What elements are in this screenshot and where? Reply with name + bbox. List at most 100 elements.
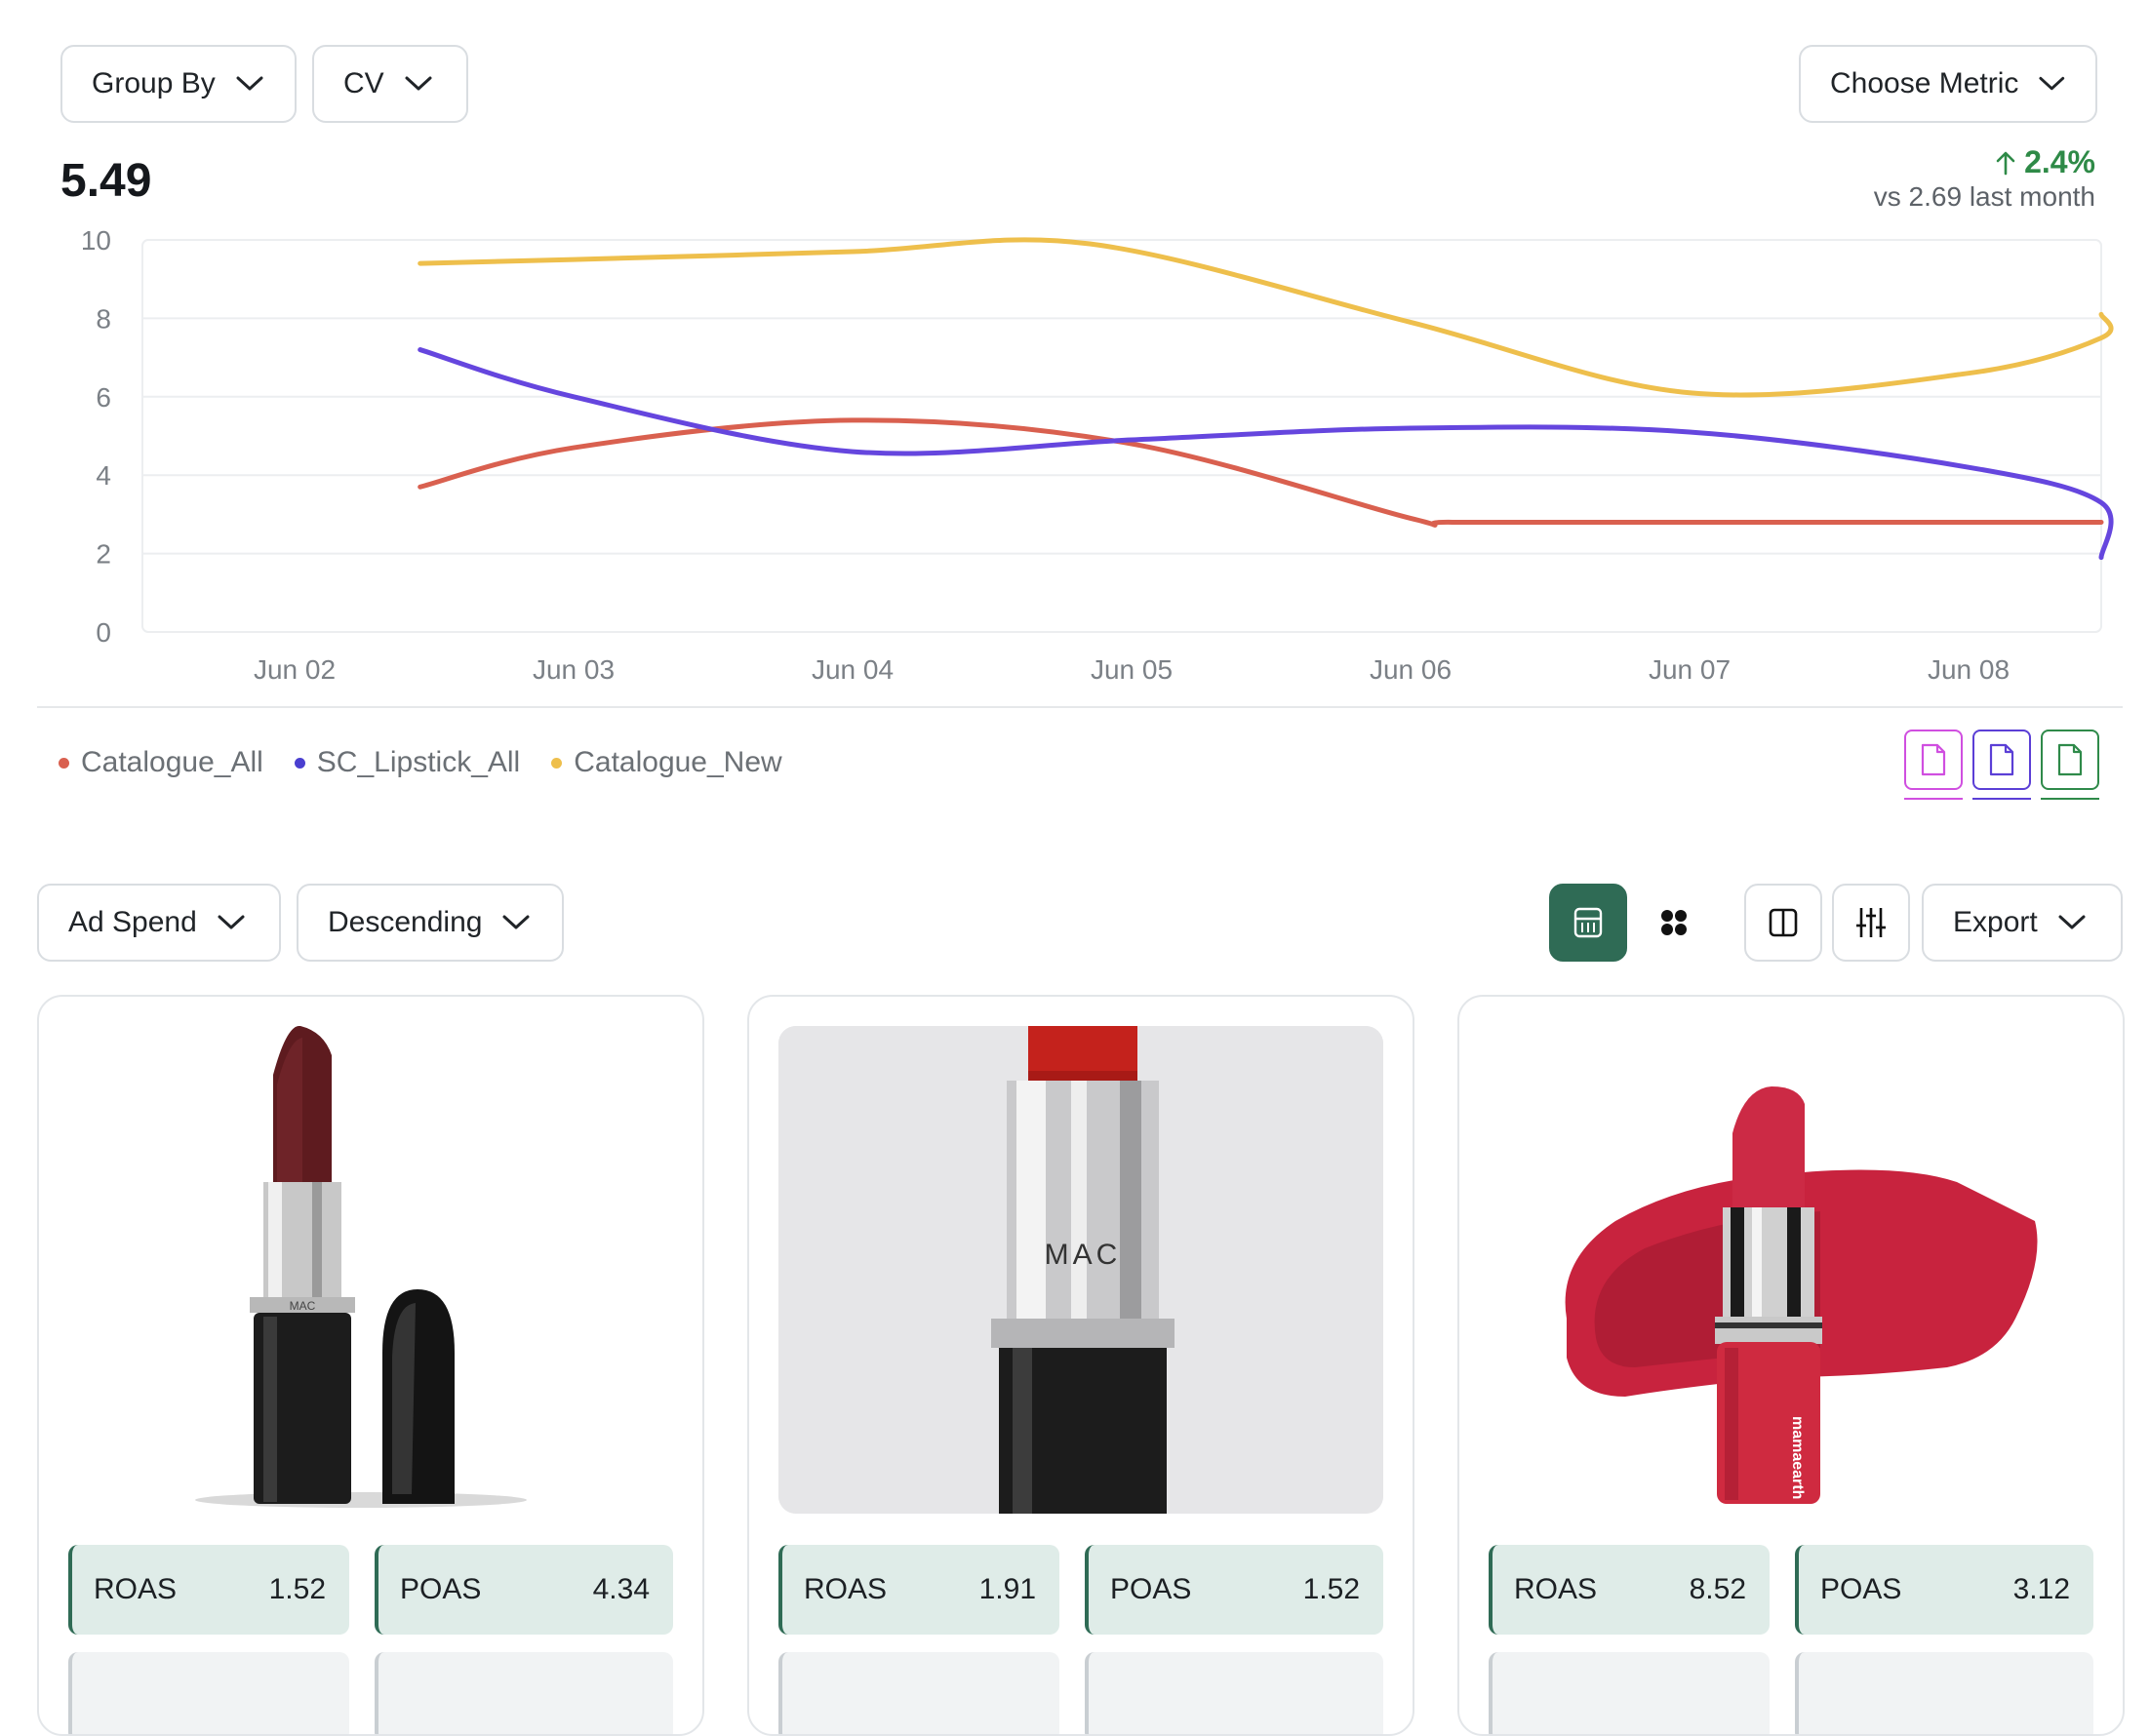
product-card[interactable]: MAC ROAS 1.52 POAS 4.34	[37, 995, 704, 1736]
chevron-down-icon	[236, 76, 263, 91]
product-card[interactable]: mamaearth ROAS 8.52 POAS 3.12	[1457, 995, 2125, 1736]
tile-view-button[interactable]	[1635, 884, 1713, 962]
underline	[2041, 798, 2099, 800]
choose-metric-dropdown[interactable]: Choose Metric	[1799, 45, 2097, 123]
lipstick-image: MAC	[195, 1026, 527, 1508]
x-tick-label: Jun 07	[1649, 654, 1731, 685]
arrow-up-icon	[1996, 151, 2015, 175]
dots-grid-icon	[1661, 910, 1687, 935]
legend-item[interactable]: SC_Lipstick_All	[294, 746, 521, 779]
columns-icon	[1769, 908, 1798, 937]
chevron-down-icon	[405, 76, 432, 91]
x-tick-label: Jun 08	[1928, 654, 2010, 685]
metric-tile-partial	[778, 1652, 1059, 1734]
sliders-icon	[1856, 908, 1886, 937]
legend-label: Catalogue_New	[574, 746, 782, 778]
choose-metric-label: Choose Metric	[1830, 67, 2019, 99]
metric-label: POAS	[400, 1573, 482, 1605]
metric-tile: ROAS 1.91	[778, 1545, 1059, 1635]
lipstick-image: MAC	[778, 1026, 1383, 1514]
cv-dropdown[interactable]: CV	[312, 45, 468, 123]
y-tick-label: 10	[81, 225, 111, 256]
metric-tile-partial	[68, 1652, 349, 1734]
group-by-dropdown[interactable]: Group By	[60, 45, 297, 123]
metric-label: ROAS	[94, 1573, 178, 1605]
metric-tile: POAS 4.34	[375, 1545, 673, 1635]
sort-metric-label: Ad Spend	[68, 906, 197, 938]
x-tick-label: Jun 06	[1370, 654, 1452, 685]
metric-value: 1.52	[268, 1573, 326, 1605]
metric-label: ROAS	[1514, 1573, 1598, 1605]
svg-text:MAC: MAC	[1045, 1239, 1122, 1271]
metric-label: POAS	[1820, 1573, 1902, 1605]
underline	[1904, 798, 1963, 800]
sort-order-dropdown[interactable]: Descending	[297, 884, 564, 962]
legend-dot	[551, 757, 563, 769]
sort-order-label: Descending	[328, 906, 483, 938]
legend-label: SC_Lipstick_All	[316, 746, 521, 778]
export-label: Export	[1953, 906, 2038, 938]
x-tick-label: Jun 02	[254, 654, 336, 685]
lipstick-image: mamaearth	[1565, 1086, 2038, 1504]
chevron-down-icon	[2039, 76, 2065, 91]
product-image: mamaearth	[1489, 1026, 2093, 1514]
export-file-green-button[interactable]	[2041, 730, 2099, 790]
chart-legend: Catalogue_All SC_Lipstick_All Catalogue_…	[59, 746, 782, 779]
y-tick-label: 0	[96, 617, 111, 648]
metric-tile: ROAS 1.52	[68, 1545, 349, 1635]
product-image: MAC	[778, 1026, 1383, 1514]
svg-text:mamaearth: mamaearth	[1789, 1416, 1806, 1499]
file-green-icon	[2057, 743, 2083, 776]
file-pink-icon	[1921, 743, 1946, 776]
legend-item[interactable]: Catalogue_New	[551, 746, 782, 779]
filter-settings-button[interactable]	[1832, 884, 1910, 962]
legend-label: Catalogue_All	[81, 746, 263, 778]
y-tick-label: 4	[96, 460, 111, 491]
metric-tile: POAS 3.12	[1795, 1545, 2093, 1635]
chevron-down-icon	[2058, 915, 2086, 929]
group-by-label: Group By	[92, 67, 216, 99]
comparison-text: vs 2.69 last month	[1873, 181, 2095, 212]
x-tick-label: Jun 05	[1091, 654, 1173, 685]
metric-tile-partial	[375, 1652, 673, 1734]
y-tick-label: 6	[96, 382, 111, 413]
metric-tile-partial	[1489, 1652, 1770, 1734]
metric-label: POAS	[1110, 1573, 1192, 1605]
export-file-purple-button[interactable]	[1972, 730, 2031, 790]
chevron-down-icon	[218, 915, 245, 929]
y-tick-label: 2	[96, 539, 111, 570]
metric-tile-partial	[1085, 1652, 1383, 1734]
delta-badge: 2.4%	[1995, 144, 2095, 180]
grid-view-button[interactable]	[1549, 884, 1627, 962]
sort-metric-dropdown[interactable]: Ad Spend	[37, 884, 281, 962]
y-tick-label: 8	[96, 303, 111, 334]
metric-value: 8.52	[1689, 1573, 1746, 1605]
x-tick-label: Jun 04	[812, 654, 894, 685]
export-file-pink-button[interactable]	[1904, 730, 1963, 790]
file-purple-icon	[1989, 743, 2014, 776]
metric-value: 1.91	[978, 1573, 1036, 1605]
chevron-down-icon	[502, 915, 530, 929]
delta-value: 2.4%	[2024, 144, 2095, 179]
headline-value: 5.49	[60, 155, 152, 207]
metric-tile-partial	[1795, 1652, 2093, 1734]
export-dropdown[interactable]: Export	[1922, 884, 2123, 962]
metric-label: ROAS	[804, 1573, 888, 1605]
legend-item[interactable]: Catalogue_All	[59, 746, 263, 779]
product-image: MAC	[68, 1026, 673, 1514]
legend-dot	[59, 757, 69, 769]
line-chart: 0 2 4 6 8 10 Jun 02 Jun 03 Jun 04 Jun 05 Jun 06 Jun…	[81, 225, 2114, 685]
legend-dot	[294, 757, 305, 769]
metric-value: 1.52	[1302, 1573, 1360, 1605]
svg-text:MAC: MAC	[290, 1299, 316, 1313]
product-card[interactable]: MAC ROAS 1.91 POAS 1.52	[747, 995, 1414, 1736]
divider	[37, 706, 2123, 708]
plot-area	[141, 239, 2102, 633]
underline	[1972, 798, 2031, 800]
metric-value: 3.12	[2012, 1573, 2070, 1605]
columns-view-button[interactable]	[1744, 884, 1822, 962]
cv-label: CV	[343, 67, 384, 99]
metric-value: 4.34	[592, 1573, 650, 1605]
metric-tile: POAS 1.52	[1085, 1545, 1383, 1635]
calculator-icon	[1573, 907, 1603, 938]
